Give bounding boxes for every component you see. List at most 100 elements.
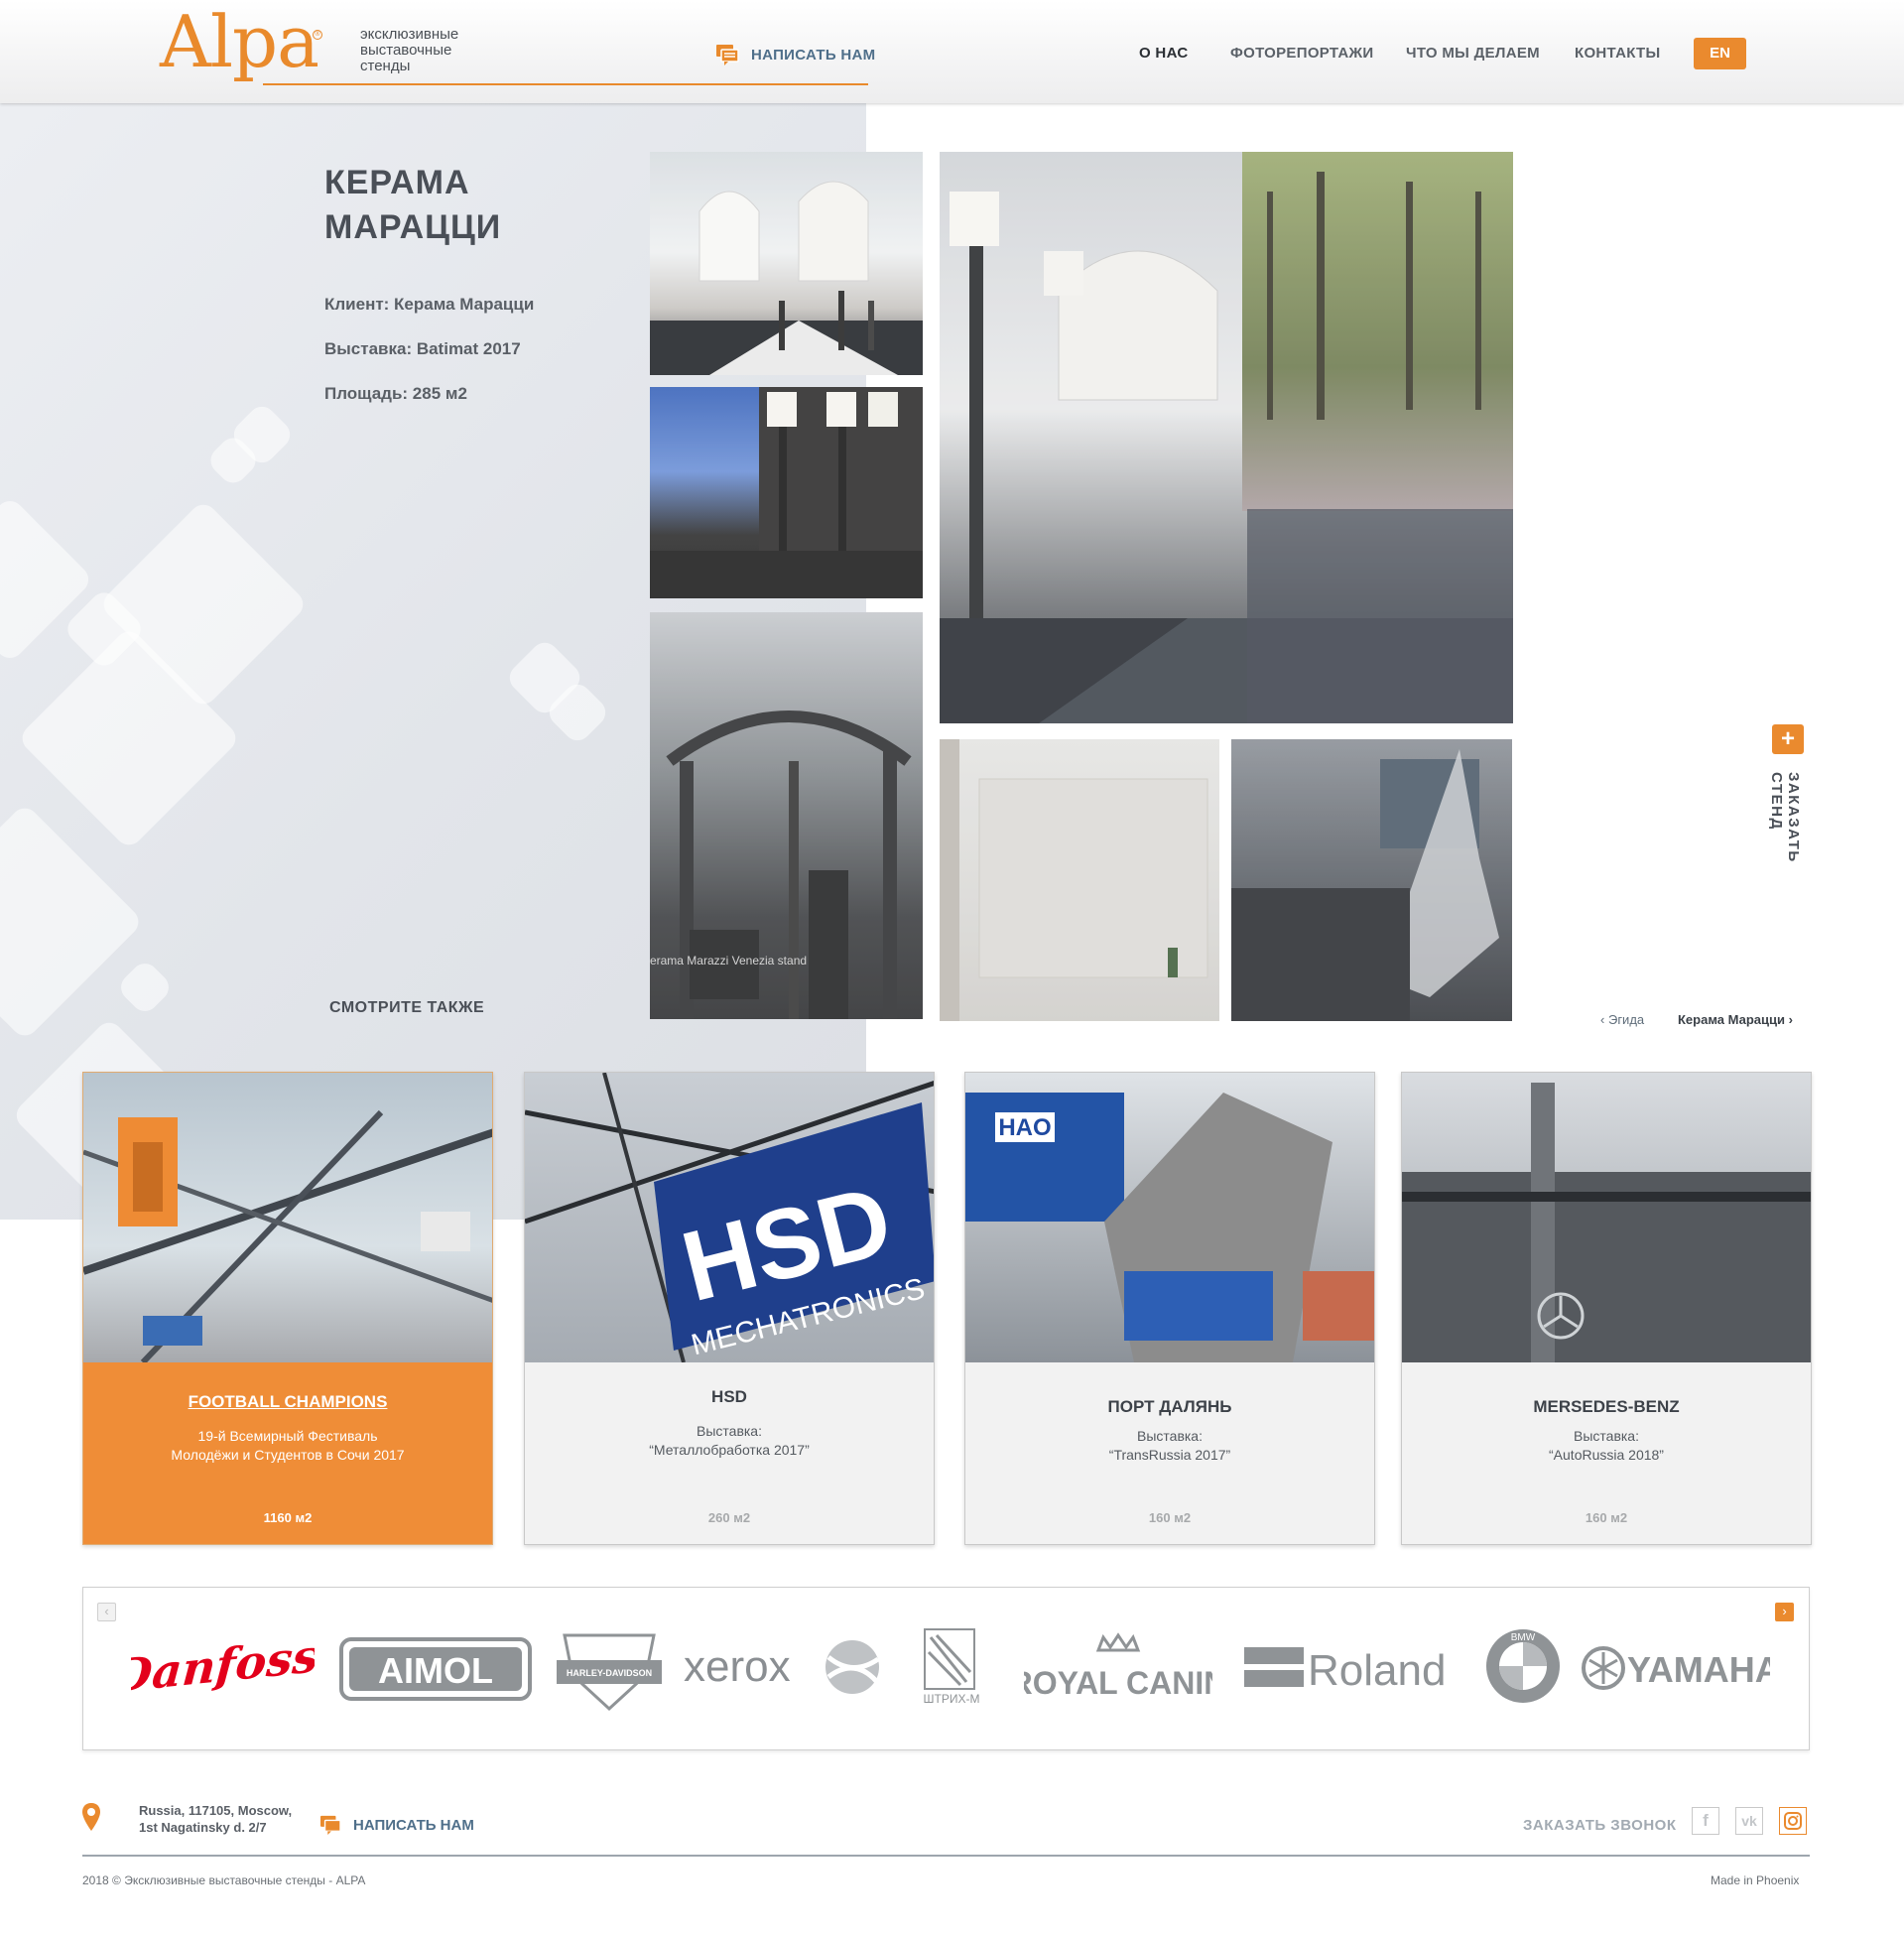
site-header: Alpa ® эксклюзивные выставочные стенды Н… bbox=[0, 0, 1904, 103]
gallery-photo[interactable] bbox=[650, 152, 923, 375]
made-in-link[interactable]: Made in Phoenix bbox=[1711, 1873, 1799, 1887]
danfoss-logo[interactable]: Danfoss bbox=[131, 1627, 315, 1707]
card-subtitle-line: “TransRussia 2017” bbox=[1108, 1447, 1231, 1463]
gallery-photo[interactable] bbox=[1231, 739, 1512, 1021]
footer-write-us-link[interactable]: НАПИСАТЬ НАМ bbox=[319, 1815, 474, 1835]
logo-registered-mark: ® bbox=[313, 30, 322, 40]
gallery-photo[interactable] bbox=[940, 739, 1219, 1021]
harley-davidson-logo[interactable]: HARLEY-DAVIDSON bbox=[557, 1625, 662, 1713]
chat-icon bbox=[716, 45, 739, 65]
card-subtitle-line: Молодёжи и Студентов в Сочи 2017 bbox=[171, 1447, 405, 1463]
nav-photo-reports[interactable]: ФОТОРЕПОРТАЖИ bbox=[1230, 45, 1373, 62]
card-area: 260 м2 bbox=[707, 1510, 751, 1525]
card-image: HSD MECHATRONICS bbox=[525, 1073, 934, 1362]
address-line: 1st Nagatinsky d. 2/7 bbox=[139, 1820, 267, 1835]
carousel-next-button[interactable]: › bbox=[1775, 1603, 1794, 1621]
chevron-right-icon: › bbox=[1788, 1012, 1793, 1027]
copyright: 2018 © Эксклюзивные выставочные стенды -… bbox=[82, 1873, 366, 1887]
next-project-label: Керама Марацци bbox=[1678, 1012, 1785, 1027]
aimol-logo[interactable]: AIMOL bbox=[339, 1637, 532, 1701]
nav-contacts[interactable]: КОНТАКТЫ bbox=[1575, 45, 1660, 62]
card-subtitle: Выставка: “Металлобработка 2017” bbox=[525, 1422, 934, 1460]
gallery-photo[interactable] bbox=[650, 387, 923, 598]
project-title: КЕРАМА МАРАЦЦИ bbox=[324, 164, 502, 246]
brand-name: AIMOL bbox=[378, 1650, 493, 1691]
card-title[interactable]: FOOTBALL CHAMPIONS bbox=[83, 1392, 492, 1412]
address-line: Russia, 117105, Moscow, bbox=[139, 1803, 293, 1818]
wall-panels-image bbox=[940, 739, 1208, 1021]
next-project-link[interactable]: Керама Марацци › bbox=[1678, 1012, 1793, 1027]
logo[interactable]: Alpa bbox=[160, 6, 319, 77]
write-us-link[interactable]: НАПИСАТЬ НАМ bbox=[715, 44, 875, 65]
project-card[interactable]: HSD MECHATRONICS HSD Выставка: “Металлоб… bbox=[524, 1072, 935, 1545]
language-en-button[interactable]: EN bbox=[1694, 38, 1746, 69]
card-image bbox=[1402, 1073, 1811, 1362]
card-area: 160 м2 bbox=[1585, 1510, 1628, 1525]
nav-about[interactable]: О НАС bbox=[1139, 45, 1188, 62]
brand-name: xerox bbox=[684, 1642, 791, 1691]
vk-link[interactable]: vk bbox=[1735, 1807, 1763, 1835]
project-client: Клиент: Керама Марацци bbox=[324, 295, 535, 314]
facebook-icon: f bbox=[1703, 1811, 1709, 1830]
footer-write-us-label: НАПИСАТЬ НАМ bbox=[353, 1816, 474, 1834]
xerox-logo[interactable]: xerox bbox=[684, 1637, 882, 1697]
instagram-icon bbox=[1784, 1812, 1802, 1830]
project-card[interactable]: HAO ПОРТ ДАЛЯНЬ Выставка: “TransRussia 2… bbox=[964, 1072, 1375, 1545]
chat-icon bbox=[320, 1815, 341, 1835]
gallery-photo[interactable]: Kerama Marazzi Venezia stand bbox=[650, 612, 923, 1019]
card-subtitle-line: 19-й Всемирный Фестиваль bbox=[197, 1428, 378, 1444]
brand-name: ROYAL CANIN bbox=[1024, 1665, 1212, 1701]
brand-name: Roland bbox=[1308, 1646, 1446, 1695]
card-subtitle: Выставка: “TransRussia 2017” bbox=[965, 1427, 1374, 1465]
gallery-photo-large[interactable] bbox=[940, 152, 1513, 723]
crowd-stand-image bbox=[1231, 749, 1499, 1021]
royal-canin-logo[interactable]: ROYAL CANIN bbox=[1024, 1632, 1212, 1707]
card-title[interactable]: ПОРТ ДАЛЯНЬ bbox=[965, 1397, 1374, 1417]
order-stand-label[interactable]: ЗАКАЗАТЬ СТЕНД bbox=[1768, 772, 1802, 921]
hsd-stand-image: HSD MECHATRONICS bbox=[525, 1073, 934, 1362]
dalian-stand-image: HAO bbox=[965, 1093, 1374, 1362]
order-stand-plus-button[interactable]: + bbox=[1772, 724, 1804, 754]
stand-arches-image bbox=[650, 181, 923, 375]
brand-name: HARLEY-DAVIDSON bbox=[567, 1668, 652, 1678]
nav-what-we-do[interactable]: ЧТО МЫ ДЕЛАЕМ bbox=[1406, 45, 1540, 62]
card-subtitle: Выставка: “AutoRussia 2018” bbox=[1402, 1427, 1811, 1465]
card-title[interactable]: MERSEDES-BENZ bbox=[1402, 1397, 1811, 1417]
shtrih-m-logo[interactable]: ШТРИХ-М bbox=[917, 1627, 986, 1707]
roland-logo[interactable]: Roland bbox=[1244, 1637, 1467, 1697]
instagram-link[interactable] bbox=[1779, 1807, 1807, 1835]
card-subtitle: 19-й Всемирный Фестиваль Молодёжи и Студ… bbox=[83, 1427, 492, 1465]
card-subtitle-line: Выставка: bbox=[1574, 1428, 1639, 1444]
prev-project-label: Эгида bbox=[1607, 1012, 1645, 1027]
facebook-link[interactable]: f bbox=[1692, 1807, 1719, 1835]
see-also-heading: СМОТРИТЕ ТАКЖЕ bbox=[329, 999, 485, 1016]
project-area: Площадь: 285 м2 bbox=[324, 384, 467, 403]
project-card[interactable]: FOOTBALL CHAMPIONS 19-й Всемирный Фестив… bbox=[82, 1072, 493, 1545]
card-area: 160 м2 bbox=[1148, 1510, 1192, 1525]
main-stand-image bbox=[940, 152, 1513, 723]
photo-sign-text: Kerama Marazzi Venezia stand bbox=[650, 954, 807, 968]
header-accent-line bbox=[263, 83, 868, 85]
bmw-logo[interactable]: BMW bbox=[1484, 1627, 1562, 1705]
steel-structure-image: Kerama Marazzi Venezia stand bbox=[650, 710, 912, 1019]
card-subtitle-line: Выставка: bbox=[1137, 1428, 1203, 1444]
location-pin-icon bbox=[82, 1803, 100, 1831]
brand-name: ШТРИХ-М bbox=[924, 1692, 980, 1706]
hao-logo-text: HAO bbox=[998, 1114, 1051, 1141]
clients-carousel: ‹ › Danfoss AIMOL HARLEY-DAVIDSON xerox … bbox=[82, 1587, 1810, 1750]
order-callback-link[interactable]: ЗАКАЗАТЬ ЗВОНОК bbox=[1523, 1817, 1677, 1834]
write-us-label: НАПИСАТЬ НАМ bbox=[751, 46, 876, 64]
yamaha-logo[interactable]: YAMAHA bbox=[1582, 1642, 1770, 1694]
prev-project-link[interactable]: ‹ Эгида bbox=[1600, 1012, 1644, 1027]
card-image bbox=[83, 1073, 492, 1362]
vk-icon: vk bbox=[1741, 1813, 1757, 1829]
card-subtitle-line: “AutoRussia 2018” bbox=[1549, 1447, 1664, 1463]
card-title[interactable]: HSD bbox=[525, 1387, 934, 1407]
street-lamps-image bbox=[650, 387, 923, 598]
project-card[interactable]: MERSEDES-BENZ Выставка: “AutoRussia 2018… bbox=[1401, 1072, 1812, 1545]
football-stand-image bbox=[83, 1109, 492, 1362]
card-area: 1160 м2 bbox=[263, 1510, 313, 1525]
card-image: HAO bbox=[965, 1073, 1374, 1362]
carousel-prev-button[interactable]: ‹ bbox=[97, 1603, 116, 1621]
project-exhibition: Выставка: Batimat 2017 bbox=[324, 339, 521, 358]
